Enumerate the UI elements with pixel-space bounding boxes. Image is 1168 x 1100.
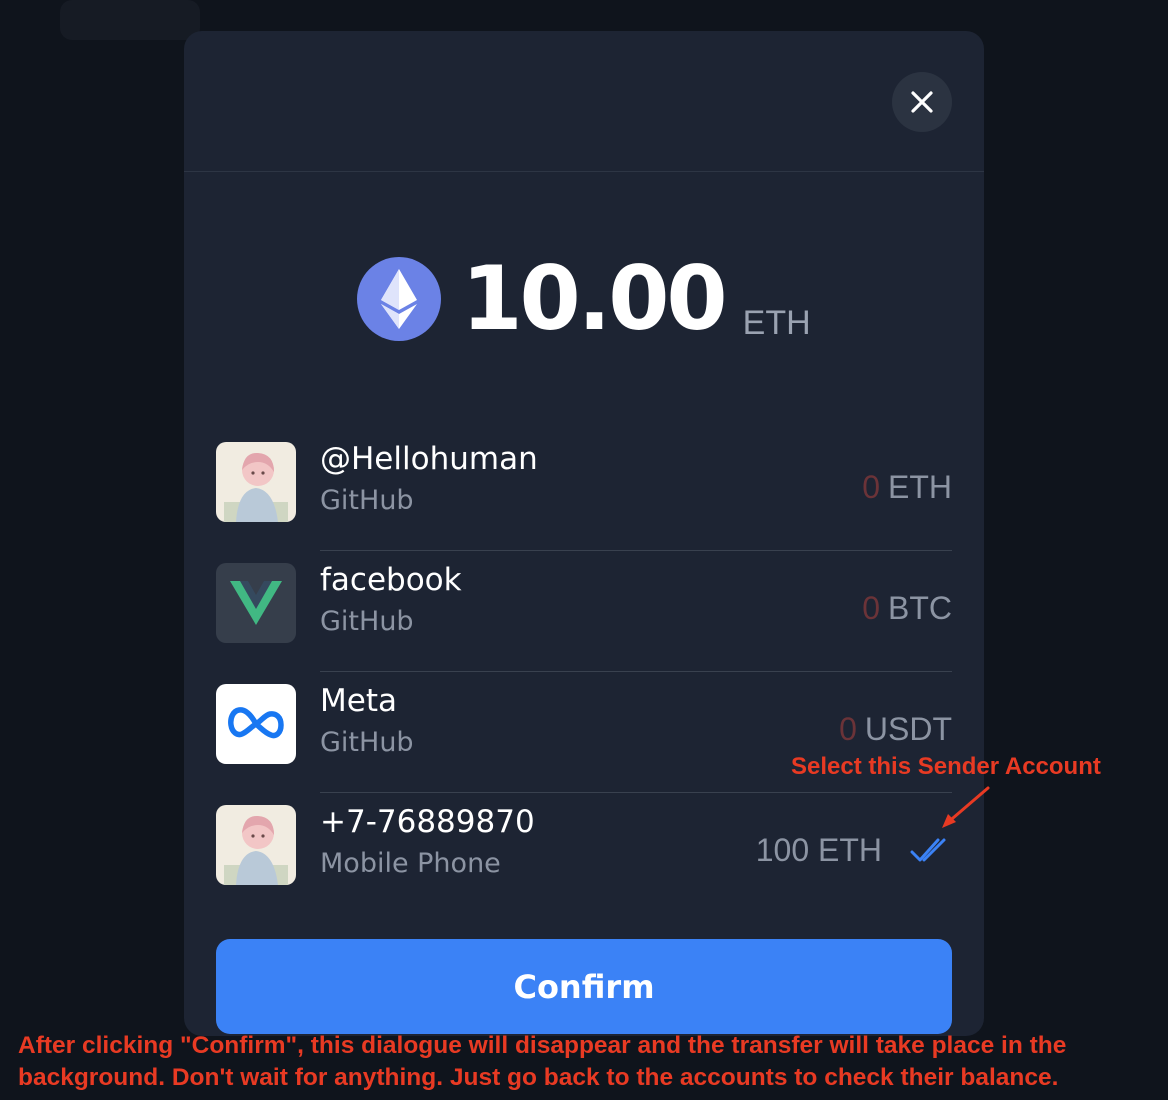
account-balance: 0 ETH bbox=[862, 469, 952, 506]
background-blur bbox=[60, 0, 200, 40]
annotation-select-sender: Select this Sender Account bbox=[791, 753, 1101, 780]
balance-zero: 0 bbox=[862, 590, 880, 626]
close-icon bbox=[911, 91, 933, 113]
amount-value: 10.00 bbox=[461, 247, 727, 350]
account-source: GitHub bbox=[320, 606, 414, 637]
avatar bbox=[216, 684, 296, 764]
account-source: Mobile Phone bbox=[320, 848, 501, 879]
annotation-arrow-icon bbox=[942, 786, 990, 828]
account-row-hellohuman[interactable]: @Hellohuman GitHub 0 ETH bbox=[216, 429, 952, 550]
confirm-button[interactable]: Confirm bbox=[216, 939, 952, 1034]
account-source: GitHub bbox=[320, 727, 414, 758]
account-row-mobile-phone[interactable]: +7-76889870 Mobile Phone 100 ETH bbox=[216, 792, 952, 913]
annotation-bottom-note: After clicking "Confirm", this dialogue … bbox=[18, 1032, 1067, 1091]
sender-account-list: @Hellohuman GitHub 0 ETH facebook GitHub … bbox=[216, 429, 952, 913]
account-row-facebook[interactable]: facebook GitHub 0 BTC bbox=[216, 550, 952, 671]
balance-unit: ETH bbox=[888, 469, 952, 505]
transfer-dialog: 10.00 ETH @Hellohuman GitHub 0 ETH faceb… bbox=[184, 31, 984, 1036]
account-balance: 0 USDT bbox=[839, 711, 952, 748]
amount-display: 10.00 ETH bbox=[184, 249, 984, 349]
double-check-icon bbox=[910, 838, 946, 862]
balance-zero: 0 bbox=[839, 711, 857, 747]
account-name: @Hellohuman bbox=[320, 441, 538, 477]
anime-avatar-icon bbox=[216, 442, 296, 522]
account-name: facebook bbox=[320, 562, 462, 598]
balance-unit: USDT bbox=[864, 711, 952, 747]
vue-logo-icon bbox=[216, 563, 296, 643]
account-name: +7-76889870 bbox=[320, 804, 535, 840]
meta-logo-icon bbox=[216, 684, 296, 764]
ethereum-icon bbox=[357, 257, 442, 341]
dialog-header bbox=[184, 31, 984, 172]
avatar bbox=[216, 442, 296, 522]
account-balance: 100 ETH bbox=[755, 832, 882, 868]
account-source: GitHub bbox=[320, 485, 414, 516]
balance-zero: 0 bbox=[862, 469, 880, 505]
anime-avatar-icon bbox=[216, 805, 296, 885]
balance-unit: BTC bbox=[888, 590, 952, 626]
avatar bbox=[216, 805, 296, 885]
account-name: Meta bbox=[320, 683, 397, 719]
close-button[interactable] bbox=[892, 72, 952, 132]
account-balance: 0 BTC bbox=[862, 590, 952, 627]
avatar bbox=[216, 563, 296, 643]
amount-unit: ETH bbox=[742, 304, 811, 342]
